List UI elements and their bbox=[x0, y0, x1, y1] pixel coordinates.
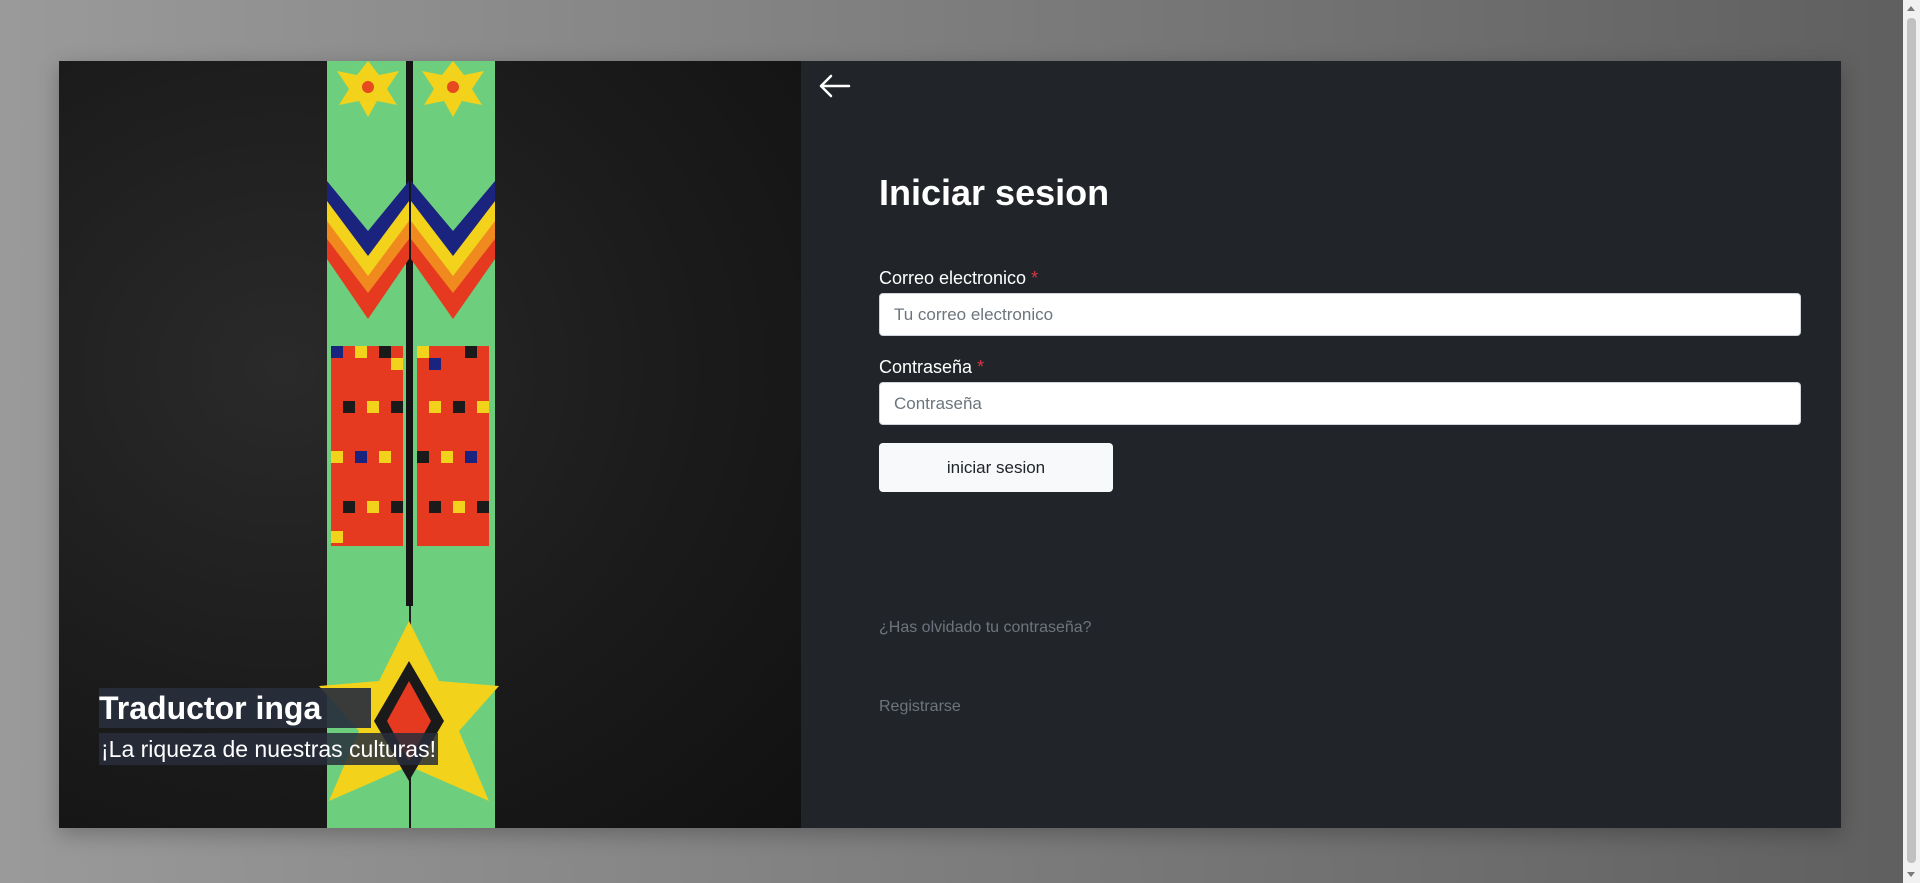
hero-subtitle: ¡La riqueza de nuestras culturas! bbox=[99, 733, 438, 765]
vertical-scrollbar[interactable] bbox=[1903, 0, 1920, 883]
scroll-thumb[interactable] bbox=[1907, 18, 1916, 863]
hero-panel: Traductor inga ¡La riqueza de nuestras c… bbox=[59, 61, 801, 828]
login-form: Iniciar sesion Correo electronico * Cont… bbox=[879, 169, 1801, 492]
page-title: Iniciar sesion bbox=[879, 172, 1110, 213]
email-field[interactable] bbox=[879, 293, 1801, 336]
login-button[interactable]: iniciar sesion bbox=[879, 443, 1113, 492]
email-label: Correo electronico * bbox=[879, 267, 1801, 289]
forgot-password-link[interactable]: ¿Has olvidado tu contraseña? bbox=[879, 619, 1092, 637]
login-panel: Iniciar sesion Correo electronico * Cont… bbox=[801, 61, 1841, 828]
required-marker: * bbox=[1031, 268, 1039, 288]
register-link[interactable]: Registrarse bbox=[879, 698, 961, 716]
scroll-down-icon[interactable] bbox=[1907, 872, 1915, 877]
scroll-up-icon[interactable] bbox=[1907, 6, 1915, 11]
password-field[interactable] bbox=[879, 382, 1801, 425]
password-label: Contraseña * bbox=[879, 356, 1801, 378]
required-marker: * bbox=[977, 357, 985, 377]
password-label-text: Contraseña bbox=[879, 357, 973, 377]
hero-title: Traductor inga bbox=[99, 688, 372, 728]
email-label-text: Correo electronico bbox=[879, 268, 1027, 288]
login-card: Traductor inga ¡La riqueza de nuestras c… bbox=[59, 61, 1841, 828]
arrow-left-icon[interactable] bbox=[815, 71, 855, 101]
